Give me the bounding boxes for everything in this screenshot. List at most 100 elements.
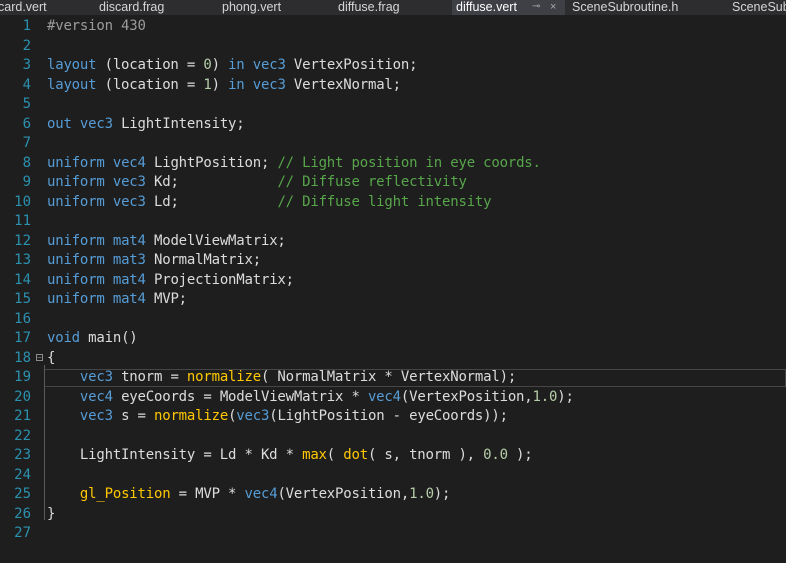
code-token: vec3 — [252, 57, 286, 73]
code-token: ProjectionMatrix; — [145, 271, 294, 288]
code-token: (VertexPosition, — [400, 388, 533, 405]
code-text: uniform vec3 Kd; // Diffuse reflectivity — [47, 173, 467, 193]
tab-label: diffuse.frag — [338, 0, 400, 14]
code-token: layout — [47, 57, 97, 73]
code-line[interactable]: 22 — [0, 427, 786, 447]
line-number: 27 — [14, 525, 31, 541]
code-token: ( — [326, 447, 344, 463]
code-token: VertexPosition; — [285, 57, 418, 73]
line-number: 10 — [14, 193, 31, 210]
code-token: out — [47, 115, 72, 132]
code-token: ); — [507, 447, 533, 463]
line-number: 4 — [22, 76, 31, 93]
close-icon[interactable]: × — [550, 0, 556, 14]
code-line[interactable]: 12 uniform mat4 ModelViewMatrix; — [0, 232, 786, 252]
code-token: vec3 — [252, 76, 286, 93]
tab-phong-vert[interactable]: phong.vert — [221, 0, 321, 15]
code-line[interactable]: 2 — [0, 37, 786, 57]
tab-scenesub[interactable]: SceneSub — [731, 0, 786, 15]
line-number: 11 — [14, 213, 31, 229]
code-token: = MVP * — [170, 486, 245, 502]
code-line[interactable]: 26} — [0, 505, 786, 525]
line-number: 1 — [22, 18, 31, 34]
code-token: main() — [79, 330, 138, 346]
tab-diffuse-vert[interactable]: diffuse.vert ⊸ × — [452, 0, 565, 15]
code-line[interactable]: 24 — [0, 466, 786, 486]
code-line[interactable]: 6 out vec3 LightIntensity; — [0, 115, 786, 135]
tab-scenesubroutine-h[interactable]: SceneSubroutine.h — [571, 0, 721, 15]
tab-diffuse-frag[interactable]: diffuse.frag — [337, 0, 445, 15]
code-text: uniform mat4 MVP; — [47, 290, 187, 310]
code-line[interactable]: 8 uniform vec4 LightPosition; // Light po… — [0, 154, 786, 174]
code-editor-window: card.vert discard.frag phong.vert diffus… — [0, 0, 786, 563]
pin-icon[interactable]: ⊸ — [532, 0, 540, 14]
code-token: s = — [112, 408, 154, 424]
code-line[interactable]: 27 — [0, 524, 786, 544]
code-line[interactable]: 16 — [0, 310, 786, 330]
tab-card-vert[interactable]: card.vert — [0, 0, 88, 15]
code-token: vec3 — [79, 115, 113, 132]
line-number: 21 — [14, 408, 31, 424]
code-area[interactable]: − 1 #version 430 2 3 layout (location = 0) i… — [0, 15, 786, 563]
line-number: 2 — [22, 37, 31, 54]
code-token: VertexNormal; — [285, 76, 401, 93]
code-line[interactable]: 3 layout (location = 0) in vec3 VertexPos… — [0, 56, 786, 76]
line-number: 9 — [22, 174, 31, 190]
code-line[interactable]: 5 — [0, 95, 786, 115]
tab-bar: card.vert discard.frag phong.vert diffus… — [0, 0, 786, 15]
code-line[interactable]: 4 layout (location = 1) in vec3 VertexNor… — [0, 76, 786, 96]
code-token: uniform — [47, 193, 105, 210]
code-line[interactable]: 20 vec4 eyeCoords = ModelViewMatrix * ve… — [0, 388, 786, 408]
code-token: 1.0 — [409, 486, 434, 502]
code-line[interactable]: 18 { — [0, 349, 786, 369]
code-token: LightIntensity = Ld * Kd * — [47, 447, 303, 463]
code-token: mat3 — [112, 252, 146, 268]
code-line[interactable]: 17 void main() — [0, 329, 786, 349]
line-number: 25 — [14, 486, 31, 502]
tab-discard-frag[interactable]: discard.frag — [97, 0, 207, 15]
code-line[interactable]: 14 uniform mat4 ProjectionMatrix; — [0, 271, 786, 291]
code-text: layout (location = 1) in vec3 VertexNorm… — [47, 76, 401, 96]
code-line[interactable]: 11 — [0, 212, 786, 232]
code-token: ModelViewMatrix; — [145, 232, 286, 249]
code-token: uniform — [47, 232, 105, 249]
code-token: 0 — [203, 57, 212, 73]
code-line[interactable]: 15 uniform mat4 MVP; — [0, 290, 786, 310]
code-line[interactable]: 7 — [0, 134, 786, 154]
line-number: 13 — [14, 252, 31, 268]
code-token: LightPosition; — [145, 154, 278, 171]
tab-label: SceneSubroutine.h — [572, 0, 679, 14]
code-text: uniform mat3 NormalMatrix; — [47, 251, 261, 271]
tab-label: phong.vert — [222, 0, 282, 14]
code-token: Kd; — [145, 174, 278, 190]
code-token: } — [47, 505, 56, 522]
code-line[interactable]: 25 gl_Position = MVP * vec4(VertexPositi… — [0, 485, 786, 505]
code-token: 1.0 — [532, 388, 558, 405]
line-number: 12 — [14, 232, 31, 249]
code-token: vec4 — [112, 154, 146, 171]
code-token: // Light position in eye coords. — [277, 154, 541, 171]
code-text: gl_Position = MVP * vec4(VertexPosition,… — [47, 485, 451, 505]
code-token: ( s, tnorm ), — [367, 447, 484, 463]
code-line[interactable]: 23 LightIntensity = Ld * Kd * max( dot( … — [0, 446, 786, 466]
code-token: in — [228, 76, 245, 93]
code-token: normalize — [186, 369, 261, 385]
code-line[interactable]: 9 uniform vec3 Kd; // Diffuse reflectivit… — [0, 173, 786, 193]
tab-label: discard.frag — [99, 0, 165, 14]
code-token: (LightPosition - eyeCoords)); — [269, 408, 508, 424]
line-number: 19 — [14, 369, 31, 385]
code-token: ); — [557, 388, 574, 405]
line-number: 18 — [14, 349, 31, 366]
code-line[interactable]: 13 uniform mat3 NormalMatrix; — [0, 251, 786, 271]
code-line[interactable]: 19 vec3 tnorm = normalize( NormalMatrix … — [0, 368, 786, 388]
code-line[interactable]: 1 #version 430 — [0, 17, 786, 37]
code-token: (location = — [96, 76, 204, 93]
code-line[interactable]: 21 vec3 s = normalize(vec3(LightPosition… — [0, 407, 786, 427]
line-number: 14 — [14, 271, 31, 288]
code-line[interactable]: 10 uniform vec3 Ld; // Diffuse light inte… — [0, 193, 786, 213]
